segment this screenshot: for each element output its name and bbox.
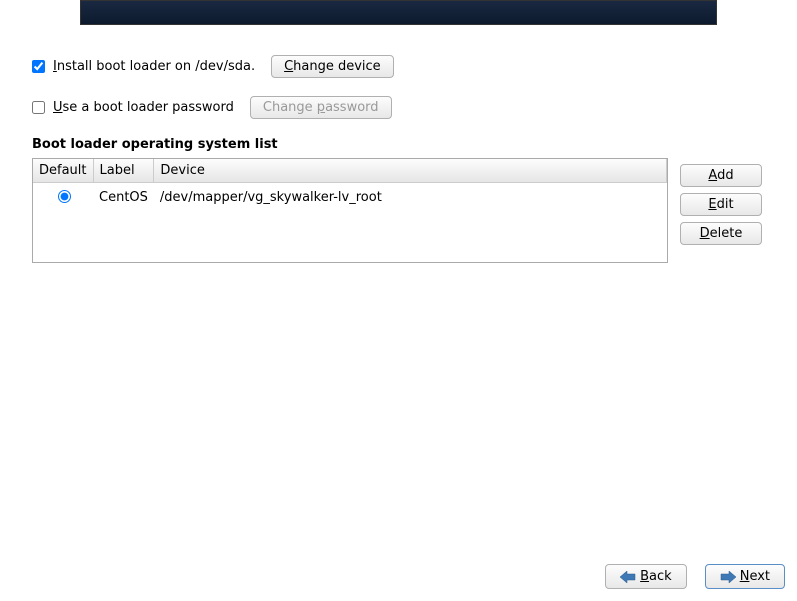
col-header-device[interactable]: Device <box>154 159 667 183</box>
install-boot-loader-label: Install boot loader on /dev/sda. <box>53 59 255 74</box>
col-header-default[interactable]: Default <box>33 159 93 183</box>
os-list-table[interactable]: Default Label Device CentOS /dev/mapper/… <box>32 158 668 263</box>
use-password-checkbox[interactable] <box>32 101 45 114</box>
change-device-button[interactable]: Change device <box>271 55 394 78</box>
button-text: dit <box>717 197 734 212</box>
label-text: se a boot loader password <box>63 100 234 115</box>
mnemonic-letter: U <box>53 100 63 115</box>
default-cell[interactable] <box>33 183 93 212</box>
arrow-right-icon <box>720 570 736 584</box>
mnemonic-letter: B <box>640 569 649 584</box>
button-text: ext <box>749 569 770 584</box>
mnemonic-letter: N <box>740 569 750 584</box>
table-row[interactable]: CentOS /dev/mapper/vg_skywalker-lv_root <box>33 183 667 212</box>
mnemonic-letter: E <box>708 197 716 212</box>
arrow-left-icon <box>620 570 636 584</box>
mnemonic-letter: C <box>284 59 293 74</box>
next-button[interactable]: Next <box>705 564 785 589</box>
section-title: Boot loader operating system list <box>32 137 765 152</box>
install-boot-loader-row: Install boot loader on /dev/sda. Change … <box>32 55 765 78</box>
use-password-label: Use a boot loader password <box>53 100 234 115</box>
header-banner <box>80 0 717 25</box>
mnemonic-letter: D <box>700 226 710 241</box>
label-cell: CentOS <box>93 183 154 212</box>
install-boot-loader-checkbox[interactable] <box>32 60 45 73</box>
button-text: Change <box>263 100 317 115</box>
col-header-label[interactable]: Label <box>93 159 154 183</box>
default-radio[interactable] <box>58 190 71 203</box>
button-text: assword <box>325 100 378 115</box>
back-button[interactable]: Back <box>605 564 687 589</box>
change-password-button: Change password <box>250 96 392 119</box>
mnemonic-letter: A <box>708 168 717 183</box>
table-header-row: Default Label Device <box>33 159 667 183</box>
button-text: ack <box>649 569 672 584</box>
delete-button[interactable]: Delete <box>680 222 762 245</box>
use-password-row: Use a boot loader password Change passwo… <box>32 96 765 119</box>
button-text: dd <box>717 168 734 183</box>
button-text: hange device <box>293 59 381 74</box>
edit-button[interactable]: Edit <box>680 193 762 216</box>
button-text: elete <box>710 226 743 241</box>
label-text: nstall boot loader on /dev/sda. <box>57 59 255 74</box>
mnemonic-letter: p <box>317 100 325 115</box>
device-cell: /dev/mapper/vg_skywalker-lv_root <box>154 183 667 212</box>
add-button[interactable]: Add <box>680 164 762 187</box>
